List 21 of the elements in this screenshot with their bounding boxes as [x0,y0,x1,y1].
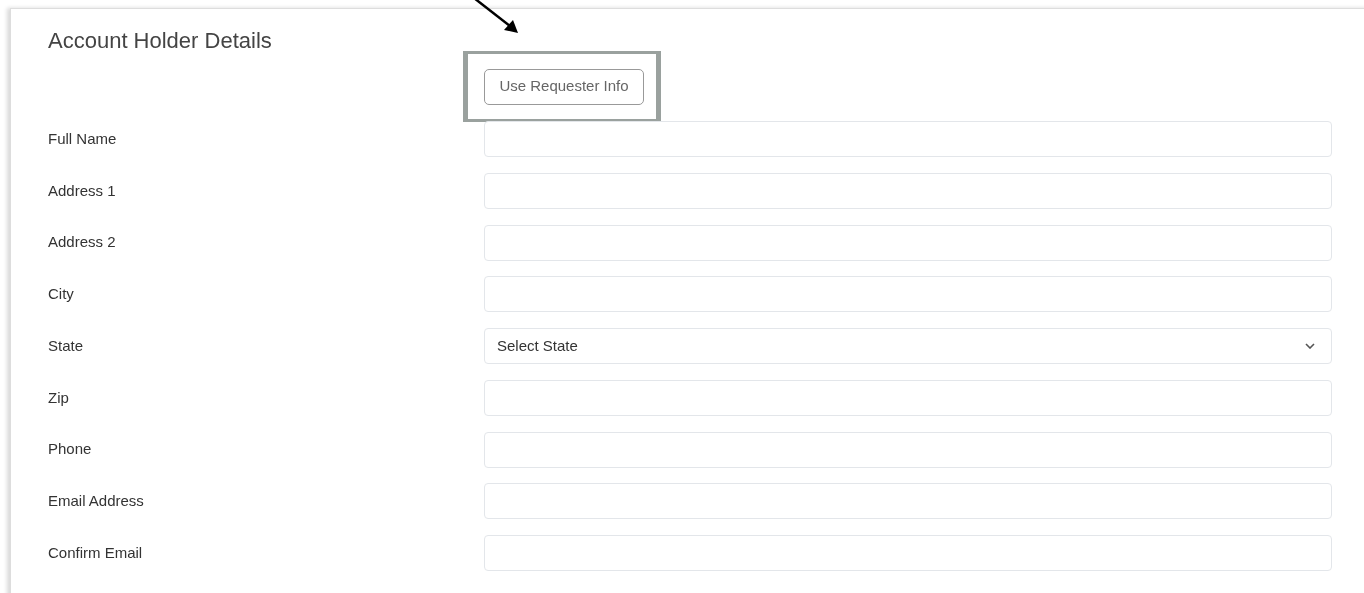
field-label: Phone [48,439,93,460]
text-field[interactable] [484,121,1332,157]
field-label: Address 1 [48,180,117,201]
use-requester-info-button[interactable]: Use Requester Info [484,68,644,105]
field-label: Zip [48,387,70,408]
chevron-down-icon [1305,343,1315,349]
field-label: Confirm Email [48,542,144,563]
state-select[interactable]: Select State [484,328,1332,364]
section-title: Account Holder Details [48,27,273,55]
text-field[interactable] [484,483,1332,520]
field-label: Email Address [48,491,145,511]
text-field[interactable] [484,535,1332,571]
text-field[interactable] [484,276,1332,313]
field-label: Full Name [48,128,118,149]
field-label: Address 2 [48,232,117,253]
field-label: City [48,284,75,304]
text-field[interactable] [484,172,1332,209]
field-label: State [48,335,85,356]
text-field[interactable] [484,379,1332,416]
text-field[interactable] [484,224,1332,261]
text-field[interactable] [484,431,1332,468]
